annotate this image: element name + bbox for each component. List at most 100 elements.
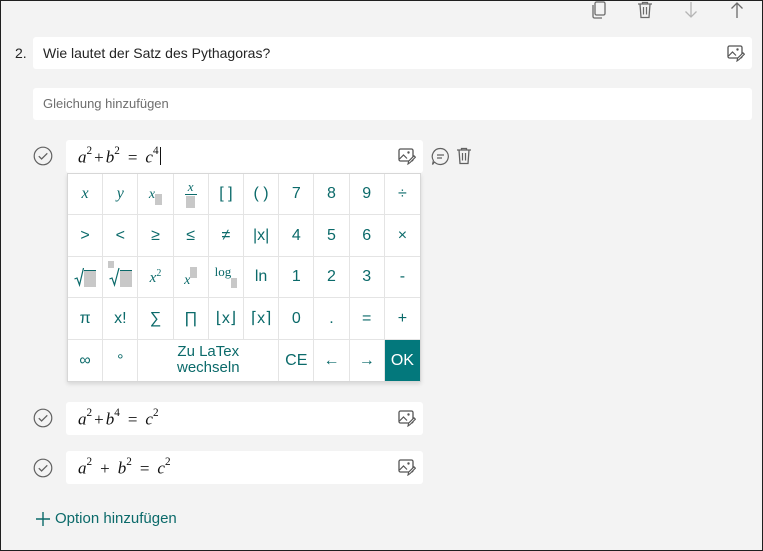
key-7[interactable]: 7 <box>279 174 315 216</box>
key-brackets[interactable]: [ ] <box>208 174 244 216</box>
key-greater-equal[interactable]: ≥ <box>138 215 174 257</box>
key-0[interactable]: 0 <box>279 298 315 340</box>
math-exponent: 2 <box>86 145 93 158</box>
key-5[interactable]: 5 <box>314 215 350 257</box>
correct-answer-check-icon[interactable] <box>33 408 53 428</box>
key-less[interactable]: < <box>103 215 139 257</box>
option-field[interactable]: a2 + b2 = c4 <box>66 140 423 173</box>
math-base: b <box>117 458 127 478</box>
key-x-squared[interactable]: x2 <box>138 256 174 299</box>
arrow-up-icon[interactable] <box>727 1 747 19</box>
placeholder-box <box>84 269 97 287</box>
arrow-down-icon[interactable] <box>681 1 701 19</box>
key-degree[interactable]: ° <box>103 339 139 381</box>
placeholder-box <box>186 196 196 209</box>
key-product[interactable]: ∏ <box>173 298 209 340</box>
key-multiply[interactable]: × <box>384 215 420 257</box>
key-plus[interactable]: + <box>384 298 420 340</box>
option-equation: a2 + b2 = c4 <box>78 145 161 168</box>
key-absolute[interactable]: |x| <box>244 215 280 257</box>
math-operator: + <box>100 458 110 478</box>
key-3[interactable]: 3 <box>349 256 385 299</box>
question-text: Wie lautet der Satz des Pythagoras? <box>43 45 271 61</box>
key-ln[interactable]: ln <box>244 256 280 299</box>
key-log[interactable]: log <box>208 256 244 299</box>
equation-placeholder: Gleichung hinzufügen <box>43 96 169 111</box>
add-equation-field[interactable]: Gleichung hinzufügen <box>33 88 752 120</box>
correct-answer-check-icon[interactable] <box>33 458 53 478</box>
insert-image-icon[interactable] <box>726 43 746 63</box>
add-option-label: Option hinzufügen <box>55 510 177 527</box>
math-base: a <box>78 147 87 167</box>
key-1[interactable]: 1 <box>279 256 315 299</box>
math-exponent: 4 <box>152 145 159 158</box>
key-fraction[interactable]: x <box>173 174 209 216</box>
math-operator: = <box>139 458 150 478</box>
key-left-arrow[interactable]: ← <box>314 339 350 381</box>
option-field[interactable]: a2 + b2 = c2 <box>66 451 423 484</box>
insert-image-icon[interactable] <box>397 146 417 166</box>
option-equation: a2 + b4 = c2 <box>78 407 159 430</box>
key-clear-entry[interactable]: CE <box>279 339 315 381</box>
comment-icon[interactable] <box>430 146 450 166</box>
math-operator: + <box>94 409 104 429</box>
fraction-bar <box>184 194 197 196</box>
trash-icon[interactable] <box>635 1 655 19</box>
math-keypad: x y x x [ ] ( ) 7 8 9 ÷ > < ≥ ≤ ≠ |x| 4 … <box>67 173 421 382</box>
copy-icon[interactable] <box>589 1 609 19</box>
key-minus[interactable]: - <box>384 257 420 299</box>
placeholder-box <box>190 267 198 279</box>
option-equation: a2 + b2 = c2 <box>78 456 171 479</box>
math-operator: = <box>127 409 138 429</box>
math-base: c <box>145 147 153 167</box>
placeholder-box <box>119 269 132 287</box>
key-subscript[interactable]: x <box>138 174 174 216</box>
key-greater[interactable]: > <box>68 215 104 257</box>
switch-to-latex-button[interactable]: Zu LaTex wechseln <box>138 339 280 381</box>
key-y[interactable]: y <box>103 174 139 216</box>
key-6[interactable]: 6 <box>349 215 385 257</box>
key-ceiling[interactable]: ⌈x⌉ <box>244 298 280 340</box>
option-field[interactable]: a2 + b4 = c2 <box>66 402 423 435</box>
key-infinity[interactable]: ∞ <box>68 339 104 381</box>
ok-button[interactable]: OK <box>384 339 420 381</box>
key-floor[interactable]: ⌊x⌋ <box>208 298 244 340</box>
question-title-field[interactable]: Wie lautet der Satz des Pythagoras? <box>33 37 752 69</box>
key-parentheses[interactable]: ( ) <box>244 174 280 216</box>
key-x[interactable]: x <box>68 174 104 216</box>
key-not-equal[interactable]: ≠ <box>208 215 244 257</box>
add-option-button[interactable]: Option hinzufügen <box>35 510 177 527</box>
key-factorial[interactable]: x! <box>103 298 139 340</box>
key-right-arrow[interactable]: → <box>350 339 385 381</box>
key-8[interactable]: 8 <box>314 174 350 216</box>
key-less-equal[interactable]: ≤ <box>173 215 209 257</box>
placeholder-box <box>107 260 114 268</box>
text-cursor <box>159 147 161 165</box>
key-decimal[interactable]: . <box>314 298 350 340</box>
math-exponent: 2 <box>152 407 159 420</box>
math-operator: = <box>127 147 138 167</box>
math-exponent: 2 <box>86 407 93 420</box>
key-pi[interactable]: π <box>68 298 104 340</box>
delete-option-icon[interactable] <box>454 146 474 166</box>
placeholder-box <box>231 277 238 288</box>
insert-image-icon[interactable] <box>397 457 417 477</box>
math-operator: + <box>94 147 104 167</box>
key-divide[interactable]: ÷ <box>384 174 420 216</box>
math-exponent: 2 <box>164 456 171 469</box>
math-base: c <box>145 409 153 429</box>
math-base: b <box>105 147 115 167</box>
math-exponent: 2 <box>86 456 93 469</box>
math-exponent: 4 <box>114 407 120 420</box>
key-equals[interactable]: = <box>349 298 385 340</box>
math-exponent: 2 <box>114 145 120 158</box>
insert-image-icon[interactable] <box>397 408 417 428</box>
key-2[interactable]: 2 <box>314 256 350 299</box>
key-nth-root[interactable] <box>103 256 139 299</box>
key-9[interactable]: 9 <box>349 174 385 216</box>
key-sum[interactable]: ∑ <box>138 298 174 340</box>
key-power[interactable]: x <box>173 256 209 299</box>
correct-answer-check-icon[interactable] <box>33 146 53 166</box>
key-4[interactable]: 4 <box>279 215 315 257</box>
key-square-root[interactable] <box>68 256 104 299</box>
